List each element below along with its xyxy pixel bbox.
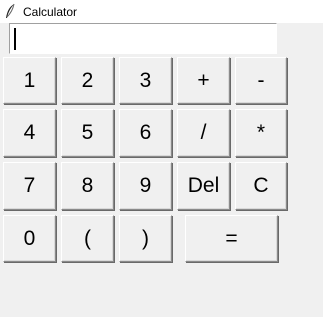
title-bar: Calculator bbox=[0, 0, 323, 23]
minus-button[interactable]: - bbox=[235, 57, 287, 104]
digit-9-button[interactable]: 9 bbox=[119, 162, 172, 210]
digit-8-button[interactable]: 8 bbox=[61, 162, 114, 210]
window-title: Calculator bbox=[23, 5, 78, 19]
open-paren-button[interactable]: ( bbox=[61, 215, 114, 262]
multiply-button[interactable]: * bbox=[235, 109, 287, 157]
digit-6-button[interactable]: 6 bbox=[119, 109, 172, 157]
divide-button[interactable]: / bbox=[177, 109, 230, 157]
digit-1-button[interactable]: 1 bbox=[3, 57, 56, 104]
text-caret bbox=[14, 28, 16, 50]
digit-4-button[interactable]: 4 bbox=[3, 109, 56, 157]
plus-button[interactable]: + bbox=[177, 57, 230, 104]
digit-5-button[interactable]: 5 bbox=[61, 109, 114, 157]
close-paren-button[interactable]: ) bbox=[119, 215, 172, 262]
digit-2-button[interactable]: 2 bbox=[61, 57, 114, 104]
clear-button[interactable]: C bbox=[235, 162, 287, 210]
equals-button[interactable]: = bbox=[185, 215, 278, 262]
feather-icon bbox=[4, 3, 16, 19]
expression-input[interactable] bbox=[9, 23, 277, 54]
digit-3-button[interactable]: 3 bbox=[119, 57, 172, 104]
digit-7-button[interactable]: 7 bbox=[3, 162, 56, 210]
digit-0-button[interactable]: 0 bbox=[3, 215, 56, 262]
delete-button[interactable]: Del bbox=[177, 162, 230, 210]
